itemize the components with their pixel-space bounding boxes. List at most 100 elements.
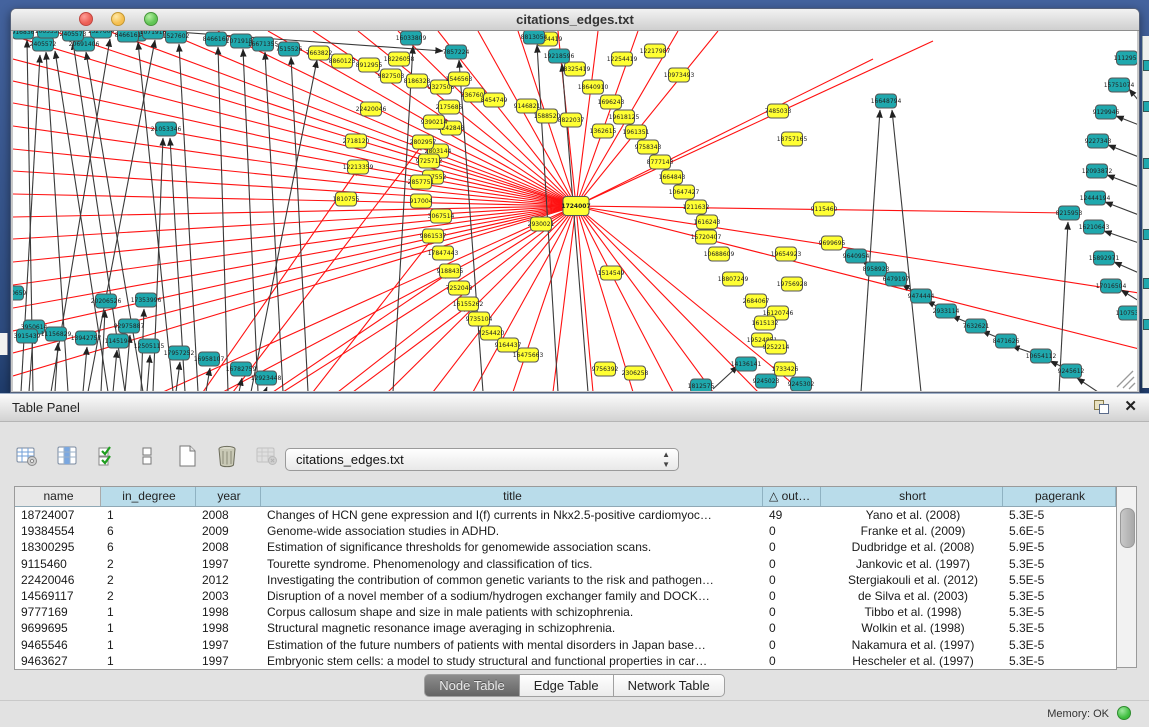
graph-node[interactable]: 2405572 [30, 37, 57, 51]
unselect-all-icon[interactable] [134, 443, 160, 469]
table-selector[interactable]: citations_edges.txt ▲▼ [285, 448, 679, 471]
graph-node[interactable]: 1527604 [88, 31, 115, 38]
graph-node[interactable]: 7663822 [306, 46, 333, 60]
graph-node[interactable]: 1112954 [1114, 51, 1137, 65]
graph-node[interactable]: 8777143 [647, 155, 674, 169]
graph-node[interactable]: 16671355 [248, 37, 279, 51]
graph-node[interactable]: 15720407 [691, 230, 722, 244]
graph-node[interactable]: 1362615 [590, 124, 617, 138]
graph-node[interactable]: 13942757 [71, 331, 102, 345]
graph-node[interactable]: 12254419 [607, 52, 638, 66]
graph-node[interactable]: 2933114 [933, 304, 960, 318]
graph-node[interactable]: 2306258 [622, 366, 649, 380]
column-header-title[interactable]: title [261, 487, 763, 506]
new-column-icon[interactable] [174, 443, 200, 469]
graph-node[interactable]: 9861537 [420, 229, 447, 243]
graph-node[interactable]: 9758343 [635, 140, 662, 154]
graph-node[interactable]: 9129946 [1093, 105, 1120, 119]
graph-node[interactable]: 916836 [13, 31, 35, 39]
graph-node[interactable]: 1616243 [694, 215, 721, 229]
graph-node[interactable]: 16648794 [871, 94, 902, 108]
table-row[interactable]: 2242004622012Investigating the contribut… [15, 572, 1116, 588]
graph-node[interactable]: 7515526 [276, 42, 303, 56]
table-settings-icon[interactable] [14, 443, 40, 469]
graph-node[interactable]: 2175685 [436, 100, 463, 114]
graph-node[interactable]: 1696243 [598, 95, 625, 109]
graph-node[interactable]: 18640910 [578, 80, 609, 94]
graph-node[interactable]: 7252043 [446, 281, 473, 295]
graph-node[interactable]: 9245302 [788, 377, 815, 391]
graph-node[interactable]: 6479197 [883, 272, 910, 286]
table-row[interactable]: 1456911722003Disruption of a novel membe… [15, 588, 1116, 604]
float-window-icon[interactable] [1094, 400, 1109, 413]
delete-column-icon[interactable] [214, 443, 240, 469]
tab-network-table[interactable]: Network Table [614, 674, 725, 697]
graph-node[interactable]: 917004 [410, 194, 433, 208]
graph-node[interactable]: 9188435 [437, 264, 464, 278]
graph-node[interactable]: 8822037 [558, 113, 585, 127]
graph-node[interactable]: 15751074 [1104, 78, 1135, 92]
graph-node[interactable]: 1724007 [561, 197, 590, 216]
graph-node[interactable]: 9115460 [811, 202, 838, 216]
graph-node[interactable]: 16033809 [396, 31, 427, 45]
table-row[interactable]: 977716911998Corpus callosum shape and si… [15, 604, 1116, 620]
graph-node[interactable]: 2405573 [60, 31, 87, 41]
graph-node[interactable]: 19218596 [544, 49, 575, 63]
graph-node[interactable]: 10688609 [704, 247, 735, 261]
column-header-out_degree[interactable]: △ out_de… [763, 487, 821, 506]
graph-node[interactable]: 9640954 [843, 249, 870, 263]
table-row[interactable]: 946554611997Estimation of the future num… [15, 637, 1116, 653]
graph-node[interactable]: 92975887 [114, 319, 145, 333]
graph-node[interactable]: 10654112 [1026, 349, 1057, 363]
graph-node[interactable]: 10647427 [669, 185, 700, 199]
graph-node[interactable]: 19756928 [777, 277, 808, 291]
graph-node[interactable]: 17847443 [428, 246, 459, 260]
graph-node[interactable]: 12505115 [134, 339, 165, 353]
graph-node[interactable]: 1145194 [105, 334, 132, 348]
graph-node[interactable]: 9245023 [753, 374, 780, 388]
graph-node[interactable]: 1588520 [534, 109, 561, 123]
table-row[interactable]: 969969511998Structural magnetic resonanc… [15, 620, 1116, 636]
graph-node[interactable]: 18807249 [718, 272, 749, 286]
graph-node[interactable]: 8912955 [356, 58, 383, 72]
graph-node[interactable]: 9252214 [763, 340, 790, 354]
graph-node[interactable]: 16958107 [194, 352, 225, 366]
graph-node[interactable]: 16475663 [513, 348, 544, 362]
table-row[interactable]: 1938455462009Genome-wide association stu… [15, 523, 1116, 539]
column-header-pagerank[interactable]: pagerank [1003, 487, 1116, 506]
graph-node[interactable]: 2620659 [13, 286, 27, 300]
graph-node[interactable]: 9390214 [421, 115, 448, 129]
graph-node[interactable]: 1546563 [446, 72, 473, 86]
graph-node[interactable]: 19654923 [771, 247, 802, 261]
graph-node[interactable]: 1615132 [752, 316, 779, 330]
table-row[interactable]: 1872400712008Changes of HCN gene express… [15, 507, 1116, 523]
resize-grip[interactable] [1117, 371, 1135, 389]
graph-node[interactable]: 12923448 [251, 371, 282, 385]
graph-node[interactable]: 7485033 [765, 104, 792, 118]
select-all-icon[interactable] [94, 443, 120, 469]
graph-node[interactable]: 1065333 [35, 31, 62, 38]
graph-node[interactable]: 1664843 [659, 170, 686, 184]
graph-node[interactable]: 12217987 [640, 44, 671, 58]
graph-node[interactable]: 9245612 [1058, 364, 1085, 378]
graph-node[interactable]: 12444194 [1080, 191, 1111, 205]
graph-node[interactable]: 9474444 [908, 289, 935, 303]
graph-node[interactable]: 1071916 [140, 31, 167, 39]
graph-node[interactable]: 22420046 [356, 102, 387, 116]
graph-node[interactable]: 7857224 [443, 45, 470, 59]
graph-node[interactable]: 11156829 [41, 327, 72, 341]
tab-node-table[interactable]: Node Table [424, 674, 520, 697]
graph-node[interactable]: 12213359 [343, 160, 374, 174]
graph-node[interactable]: 9699695 [819, 236, 846, 250]
graph-node[interactable]: 9227343 [1085, 134, 1112, 148]
table-row[interactable]: 946362711997Embryonic stem cells: a mode… [15, 653, 1116, 669]
graph-node[interactable]: 14136141 [731, 357, 762, 371]
graph-node[interactable]: 15892971 [1089, 251, 1120, 265]
graph-node[interactable]: 16155262 [453, 297, 484, 311]
graph-node[interactable]: 2802957 [410, 135, 437, 149]
table-scrollbar[interactable] [1116, 486, 1137, 668]
graph-node[interactable]: 8813054 [521, 31, 548, 44]
graph-node[interactable]: 2857751 [408, 175, 435, 189]
graph-node[interactable]: 1514549 [598, 266, 625, 280]
column-header-in_degree[interactable]: in_degree [101, 487, 196, 506]
